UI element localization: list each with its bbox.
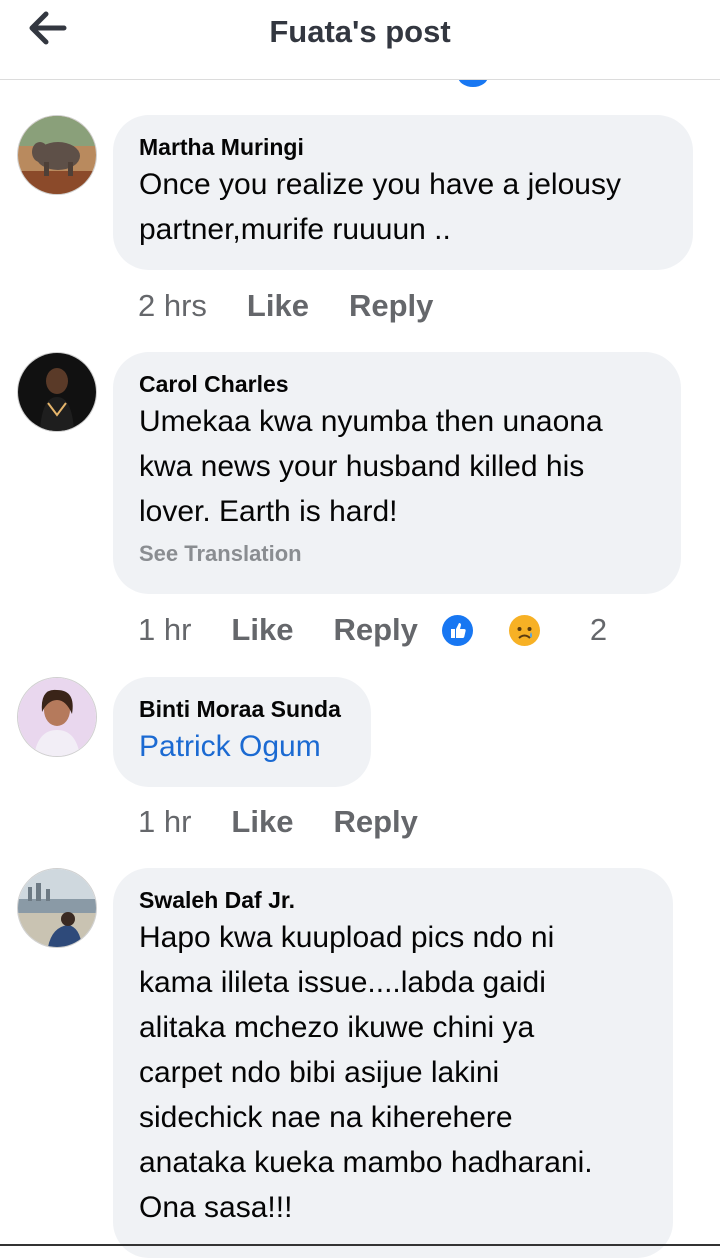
like-reaction-icon (439, 612, 475, 648)
comment-bubble: Carol Charles Umekaa kwa nyumba then una… (113, 352, 681, 594)
comment-text: Once you realize you have a jelousy part… (139, 168, 621, 246)
mention-link[interactable]: Patrick Ogum (139, 724, 345, 769)
avatar[interactable] (17, 677, 97, 757)
comment-author[interactable]: Swaleh Daf Jr. (139, 885, 647, 915)
avatar[interactable] (17, 868, 97, 948)
comment-time[interactable]: 1 hr (138, 804, 191, 840)
top-bar: Fuata's post (0, 0, 720, 80)
reply-button[interactable]: Reply (333, 612, 417, 648)
comment-text: Umekaa kwa nyumba then unaona kwa news y… (139, 405, 603, 528)
comment-bubble: Martha Muringi Once you realize you have… (113, 115, 693, 270)
page-title: Fuata's post (269, 14, 451, 49)
comment-actions: 1 hr Like Reply 2 (138, 610, 647, 650)
avatar[interactable] (17, 115, 97, 195)
see-translation-link[interactable]: See Translation (139, 534, 655, 574)
comment-bubble: Binti Moraa Sunda Patrick Ogum (113, 677, 371, 787)
comment-text: Hapo kwa kuupload pics ndo ni kama ilile… (139, 921, 593, 1224)
comment-time[interactable]: 1 hr (138, 612, 191, 648)
comment-author[interactable]: Carol Charles (139, 369, 655, 399)
like-button[interactable]: Like (231, 804, 293, 840)
avatar[interactable] (17, 352, 97, 432)
comment-author[interactable]: Binti Moraa Sunda (139, 694, 345, 724)
like-button[interactable]: Like (247, 288, 309, 324)
bottom-edge-divider (0, 1244, 720, 1246)
like-button[interactable]: Like (231, 612, 293, 648)
reaction-summary[interactable]: 2 (439, 612, 647, 648)
comment-time[interactable]: 2 hrs (138, 288, 207, 324)
sad-reaction-icon (506, 612, 542, 648)
comment-actions: 1 hr Like Reply (138, 802, 458, 842)
comment-author[interactable]: Martha Muringi (139, 132, 667, 162)
comment-bubble: Swaleh Daf Jr. Hapo kwa kuupload pics nd… (113, 868, 673, 1258)
comment-actions: 2 hrs Like Reply (138, 286, 473, 326)
reaction-count: 2 (589, 612, 608, 647)
reply-button[interactable]: Reply (333, 804, 417, 840)
reply-button[interactable]: Reply (349, 288, 433, 324)
